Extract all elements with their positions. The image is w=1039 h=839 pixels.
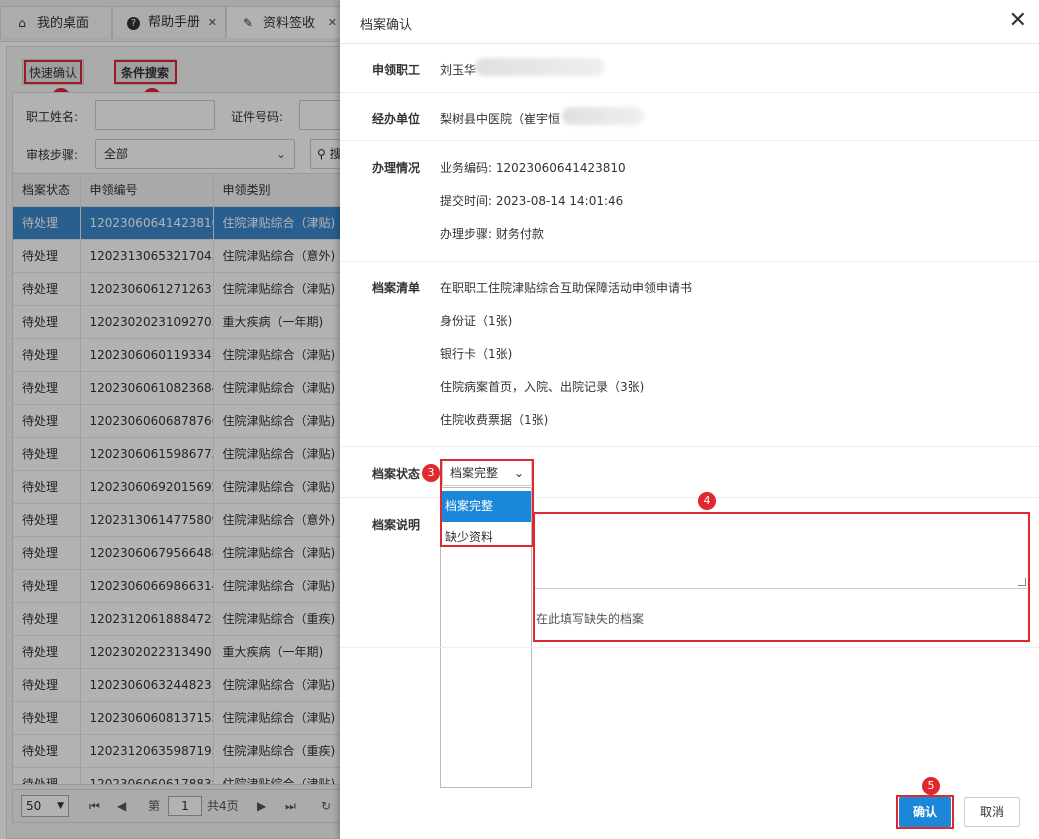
submit-time: 提交时间: 2023-08-14 14:01:46 bbox=[440, 194, 624, 208]
highlight-box bbox=[440, 459, 534, 547]
close-icon[interactable]: ✕ bbox=[1009, 8, 1027, 34]
document-item: 身份证（1张) bbox=[440, 314, 513, 328]
document-item: 住院收费票据（1张) bbox=[440, 413, 549, 427]
document-item: 银行卡（1张) bbox=[440, 347, 513, 361]
highlight-box bbox=[533, 512, 1030, 642]
unit-value: 梨树县中医院（崔宇恒 bbox=[440, 112, 561, 126]
archive-confirm-dialog: 档案确认 ✕ 申领职工 刘玉华 经办单位 梨树县中医院（崔宇恒 办理情况 业务编… bbox=[340, 0, 1039, 839]
applicant-label: 申领职工 bbox=[372, 63, 421, 77]
divider bbox=[340, 140, 1039, 141]
process-step: 办理步骤: 财务付款 bbox=[440, 227, 544, 241]
document-item: 在职职工住院津贴综合互助保障活动申领申请书 bbox=[440, 281, 693, 295]
divider bbox=[340, 261, 1039, 262]
step-marker-4: 4 bbox=[698, 492, 716, 510]
redaction-blur bbox=[475, 58, 605, 76]
divider bbox=[340, 92, 1039, 93]
status-label: 档案状态 bbox=[372, 467, 421, 481]
note-label: 档案说明 bbox=[372, 518, 421, 532]
applicant-value: 刘玉华 bbox=[440, 63, 477, 77]
cancel-button[interactable]: 取消 bbox=[964, 797, 1020, 827]
modal-overlay[interactable] bbox=[0, 0, 340, 839]
divider bbox=[340, 446, 1039, 447]
divider bbox=[340, 647, 1039, 648]
redaction-blur bbox=[562, 107, 644, 125]
business-code: 业务编码: 12023060641423810 bbox=[440, 161, 626, 175]
unit-label: 经办单位 bbox=[372, 112, 421, 126]
dialog-header: 档案确认 ✕ bbox=[340, 0, 1039, 44]
step-marker-5: 5 bbox=[922, 777, 940, 795]
highlight-box bbox=[896, 795, 954, 829]
document-item: 住院病案首页，入院、出院记录（3张) bbox=[440, 380, 645, 394]
step-marker-3: 3 bbox=[422, 464, 440, 482]
process-label: 办理情况 bbox=[372, 161, 421, 175]
document-list-label: 档案清单 bbox=[372, 281, 421, 295]
dialog-title: 档案确认 bbox=[360, 18, 413, 33]
